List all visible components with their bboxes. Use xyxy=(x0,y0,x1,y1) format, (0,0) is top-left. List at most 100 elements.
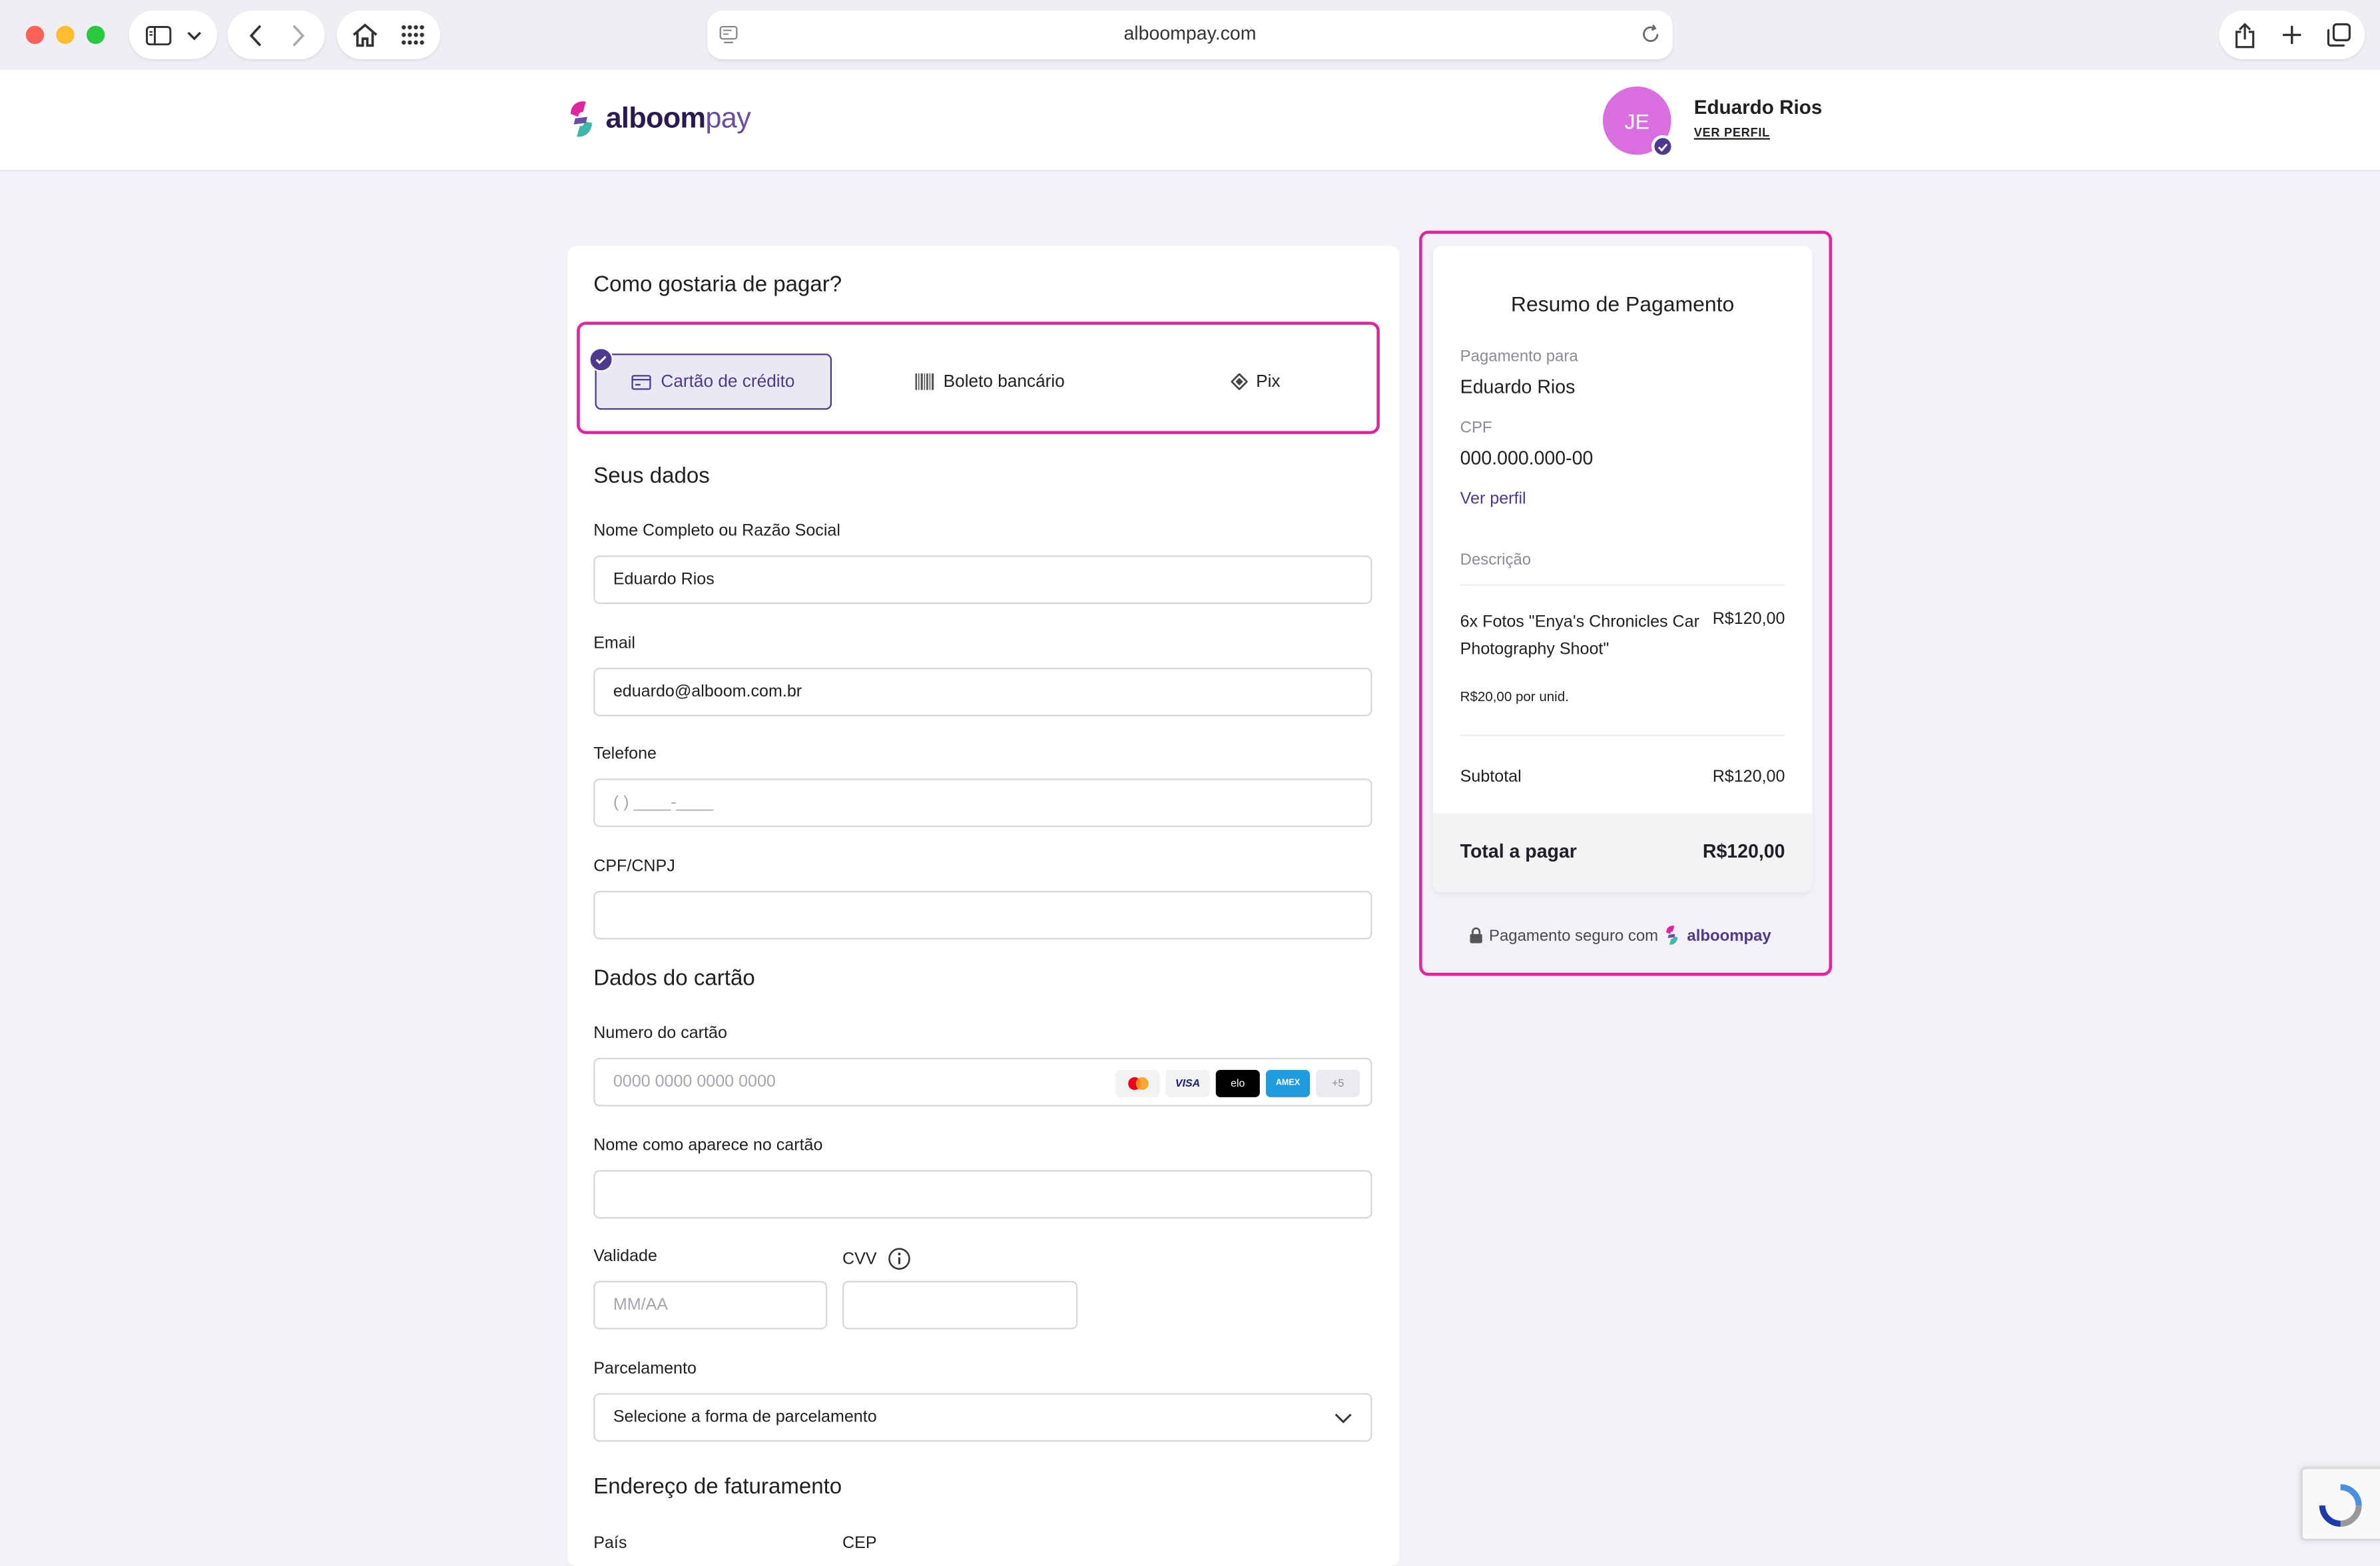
subtotal-label: Subtotal xyxy=(1460,768,1522,786)
cpf-label: CPF xyxy=(1460,419,1492,437)
alboompay-small-logo-icon xyxy=(1667,925,1679,945)
selected-check-icon xyxy=(589,347,613,372)
method-pix-button[interactable]: Pix xyxy=(1187,354,1323,409)
subtotal-value: R$120,00 xyxy=(1712,768,1785,786)
header-user-name: Eduardo Rios xyxy=(1693,95,1823,119)
site-header: alboompay JE Eduardo Rios VER PERFIL xyxy=(0,69,2380,172)
payment-method-selector: Cartão de crédito Boleto bancário Pix xyxy=(577,322,1380,434)
view-profile-link[interactable]: VER PERFIL xyxy=(1694,126,1770,140)
avatar[interactable]: JE xyxy=(1602,86,1675,158)
tab-overview-icon[interactable] xyxy=(2317,11,2360,59)
zip-label: CEP xyxy=(842,1534,877,1553)
card-number-field[interactable]: 0000 0000 0000 0000 VISA elo AMEX +5 xyxy=(593,1057,1372,1107)
forward-arrow-icon[interactable] xyxy=(276,11,319,59)
logo-wordmark: alboompay xyxy=(605,103,751,135)
page-root: alboompay.com alboompay JE Eduardo Rios … xyxy=(0,0,2380,1566)
card-data-heading: Dados do cartão xyxy=(593,966,755,991)
unit-price-line: R$20,00 por unid. xyxy=(1460,689,1569,704)
name-label: Nome Completo ou Razão Social xyxy=(593,522,840,541)
navigation-group xyxy=(227,10,325,59)
item-description: 6x Fotos "Enya's Chronicles Car Photogra… xyxy=(1460,613,1699,658)
elo-icon: elo xyxy=(1215,1069,1260,1097)
visa-icon: VISA xyxy=(1165,1069,1210,1097)
cvv-label-group: CVV xyxy=(842,1248,910,1270)
card-holder-field[interactable] xyxy=(593,1170,1372,1219)
cpf-cnpj-field[interactable] xyxy=(593,890,1372,939)
divider xyxy=(1460,584,1785,586)
method-boleto-button[interactable]: Boleto bancário xyxy=(884,354,1096,409)
apps-grid-icon[interactable] xyxy=(392,11,434,59)
barcode-icon xyxy=(914,373,934,390)
sidebar-toggle-group xyxy=(129,10,217,59)
zoom-window-button[interactable] xyxy=(86,25,105,45)
installments-label: Parcelamento xyxy=(593,1360,697,1378)
share-icon[interactable] xyxy=(2224,11,2266,59)
card-holder-label: Nome como aparece no cartão xyxy=(593,1137,823,1155)
chevron-down-icon xyxy=(1335,1413,1352,1423)
divider xyxy=(1460,734,1785,736)
amex-icon: AMEX xyxy=(1265,1069,1311,1097)
chevron-down-icon[interactable] xyxy=(179,11,210,59)
unit-price-suffix: por unid. xyxy=(1515,688,1569,704)
email-label: Email xyxy=(593,634,635,653)
reload-icon[interactable] xyxy=(1641,24,1661,44)
method-boleto-label: Boleto bancário xyxy=(943,372,1065,391)
recaptcha-icon xyxy=(2319,1484,2362,1527)
method-credit-card-button[interactable]: Cartão de crédito xyxy=(595,354,832,410)
cvv-label: CVV xyxy=(842,1250,877,1268)
phone-label: Telefone xyxy=(593,745,657,764)
back-arrow-icon[interactable] xyxy=(234,11,276,59)
expiry-field[interactable]: MM/AA xyxy=(593,1280,828,1330)
method-pix-label: Pix xyxy=(1256,372,1281,391)
payee-name: Eduardo Rios xyxy=(1460,376,1576,398)
country-label: País xyxy=(593,1534,627,1553)
avatar-initials: JE xyxy=(1624,108,1649,133)
card-number-placeholder: 0000 0000 0000 0000 xyxy=(613,1073,776,1091)
method-credit-card-label: Cartão de crédito xyxy=(661,372,795,391)
phone-field[interactable]: ( ) ____-____ xyxy=(593,778,1372,828)
secure-brand: alboompay xyxy=(1687,926,1771,945)
pix-icon xyxy=(1230,373,1247,390)
more-brands-badge: +5 xyxy=(1316,1069,1360,1097)
cvv-field[interactable] xyxy=(842,1280,1078,1330)
browser-toolbar: alboompay.com xyxy=(0,0,2380,70)
billing-address-heading: Endereço de faturamento xyxy=(593,1475,842,1499)
installments-select[interactable]: Selecione a forma de parcelamento xyxy=(593,1393,1372,1442)
name-field[interactable]: Eduardo Rios xyxy=(593,555,1372,605)
secure-payment-note: Pagamento seguro com alboompay xyxy=(1469,924,1771,947)
verified-check-icon xyxy=(1651,134,1675,158)
payment-summary-card: Resumo de Pagamento Pagamento para Eduar… xyxy=(1432,246,1813,893)
total-label: Total a pagar xyxy=(1460,840,1577,862)
cpf-value: 000.000.000-00 xyxy=(1460,447,1594,469)
description-label: Descrição xyxy=(1460,551,1532,569)
close-window-button[interactable] xyxy=(25,25,45,45)
recaptcha-badge[interactable] xyxy=(2301,1467,2380,1541)
card-number-label: Numero do cartão xyxy=(593,1024,727,1043)
expiry-label: Validade xyxy=(593,1247,657,1266)
item-price: R$120,00 xyxy=(1712,610,1785,629)
mastercard-icon xyxy=(1115,1069,1160,1097)
summary-profile-link[interactable]: Ver perfil xyxy=(1460,490,1526,508)
info-icon[interactable] xyxy=(888,1248,910,1270)
checkout-form-card: Como gostaria de pagar? Cartão de crédit… xyxy=(567,246,1400,1566)
payee-label: Pagamento para xyxy=(1460,347,1578,366)
summary-title: Resumo de Pagamento xyxy=(1510,291,1735,316)
unit-price: R$20,00 xyxy=(1460,688,1512,704)
lock-icon xyxy=(1470,927,1482,943)
credit-card-icon xyxy=(632,374,652,390)
total-row: Total a pagar R$120,00 xyxy=(1432,813,1813,893)
secure-text: Pagamento seguro com xyxy=(1488,926,1659,945)
sidebar-icon[interactable] xyxy=(138,11,177,59)
alboompay-logo[interactable]: alboompay xyxy=(566,99,751,141)
cpf-cnpj-label: CPF/CNPJ xyxy=(593,857,675,876)
email-field[interactable]: eduardo@alboom.com.br xyxy=(593,667,1372,716)
minimize-window-button[interactable] xyxy=(56,25,75,45)
installments-value: Selecione a forma de parcelamento xyxy=(613,1408,877,1427)
new-tab-icon[interactable] xyxy=(2271,11,2313,59)
address-bar[interactable]: alboompay.com xyxy=(707,10,1673,59)
personal-data-heading: Seus dados xyxy=(593,464,710,489)
payment-method-heading: Como gostaria de pagar? xyxy=(593,273,842,298)
url-text: alboompay.com xyxy=(1123,23,1257,45)
alboompay-logo-icon xyxy=(571,101,592,137)
home-icon[interactable] xyxy=(343,11,386,59)
